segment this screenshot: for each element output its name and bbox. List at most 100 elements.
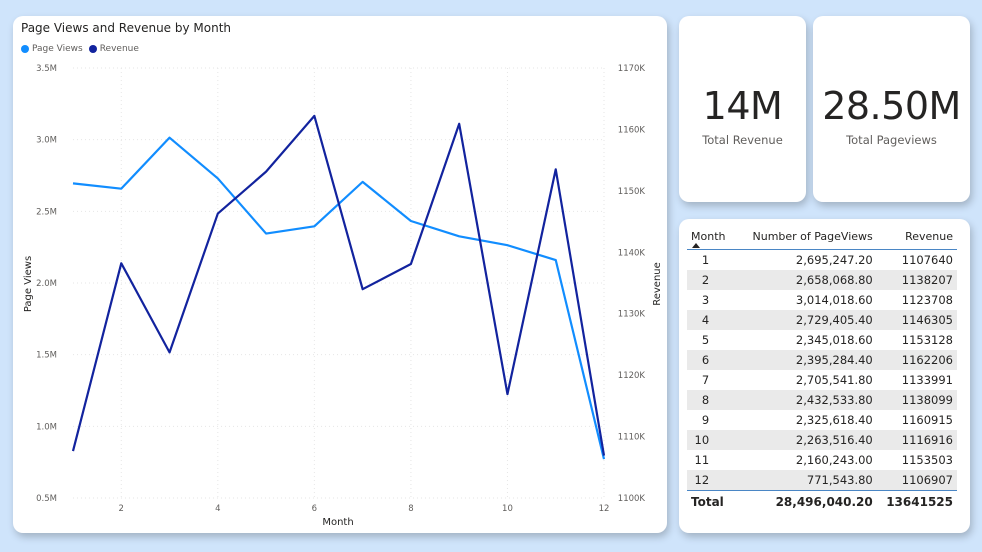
cell-pageviews: 2,395,284.40	[739, 350, 877, 370]
y-tick-label-right: 1120K	[618, 371, 646, 381]
y-tick-label-left: 3.0M	[36, 136, 57, 146]
y-tick-label-right: 1170K	[618, 64, 646, 74]
cell-month: 1	[701, 253, 710, 267]
legend-marker-revenue	[88, 45, 97, 53]
table-row: 2 2,658,068.80 1138207	[687, 270, 957, 290]
cell-month: 2	[687, 270, 740, 290]
y-tick-label-left: 3.5M	[36, 64, 57, 74]
x-axis-title: Month	[322, 517, 353, 528]
y-axis-title-left: Page Views	[23, 256, 34, 312]
table-row: 12 771,543.80 1106907	[687, 470, 957, 491]
total-label: Total	[687, 490, 740, 513]
table-body: 1 2,695,247.20 1107640 2 2,658,068.80 113820…	[687, 250, 957, 491]
cell-revenue: 1106907	[876, 470, 957, 491]
chart-series[interactable]	[71, 114, 606, 461]
total-revenue: 13641525	[876, 490, 957, 513]
kpi-value-total-pageviews: 28.50M	[822, 84, 961, 128]
cell-revenue: 1116916	[876, 430, 957, 450]
cell-revenue: 1146305	[876, 310, 957, 330]
cell-month: 6	[687, 350, 740, 370]
cell-month: 11	[694, 453, 710, 467]
cell-revenue: 1138207	[876, 270, 957, 290]
cell-pageviews: 2,432,533.80	[739, 390, 877, 410]
table-row: 7 2,705,541.80 1133991	[687, 370, 957, 390]
y-tick-label-right: 1160K	[618, 125, 646, 135]
legend-marker-page-views	[21, 45, 29, 53]
column-header-pageviews[interactable]: Number of PageViews	[739, 227, 877, 250]
table-header-row: Month Number of PageViews Revenue	[687, 227, 957, 250]
y-tick-label-left: 1.0M	[36, 422, 57, 432]
x-tick-label: 6	[312, 504, 317, 514]
cell-month: 8	[687, 390, 740, 410]
x-tick-label: 4	[215, 504, 220, 514]
table-row: 1 2,695,247.20 1107640	[687, 250, 957, 271]
table-row: 5 2,345,018.60 1153128	[687, 330, 957, 350]
cell-month: 7	[701, 373, 710, 387]
kpi-value-total-revenue: 14M	[702, 84, 783, 128]
kpi-card-total-pageviews[interactable]: 28.50M Total Pageviews	[813, 16, 970, 202]
series-line-revenue[interactable]	[71, 114, 606, 456]
table-row: 8 2,432,533.80 1138099	[687, 390, 957, 410]
data-table: Month Number of PageViews Revenue 1 2,695…	[687, 227, 957, 513]
y-tick-label-right: 1150K	[618, 187, 646, 197]
y-axis-title-right: Revenue	[652, 262, 663, 306]
table-total-row: Total 28,496,040.20 13641525	[687, 490, 957, 513]
column-header-month[interactable]: Month	[687, 227, 740, 250]
y-tick-label-right: 1140K	[618, 248, 646, 258]
legend-label-page-views: Page Views	[32, 44, 83, 54]
cell-pageviews: 2,729,405.40	[739, 310, 877, 330]
line-chart-card[interactable]: 0.5M 1.0M 1.5M 2.0M 2.5M 3.0M 3.5M 1100K 1110K 11…	[13, 16, 667, 533]
kpi-label-total-revenue: Total Revenue	[702, 133, 783, 147]
table-card[interactable]: Month Number of PageViews Revenue 1 2,695…	[679, 219, 970, 533]
y-tick-label-right: 1100K	[618, 494, 646, 504]
legend-item-page-views[interactable]: Page Views	[21, 44, 83, 54]
table-row: 10 2,263,516.40 1116916	[687, 430, 957, 450]
cell-revenue: 1162206	[876, 350, 957, 370]
column-header-month-label: Month	[691, 230, 726, 243]
y-tick-label-left: 1.5M	[36, 351, 57, 361]
cell-month: 3	[701, 293, 710, 307]
cell-month: 12	[687, 470, 740, 491]
table-row: 11 2,160,243.00 1153503	[687, 450, 957, 470]
cell-revenue: 1160915	[901, 413, 953, 427]
kpi-card-total-revenue[interactable]: 14M Total Revenue	[679, 16, 806, 202]
table-row: 6 2,395,284.40 1162206	[687, 350, 957, 370]
sort-ascending-icon[interactable]	[692, 243, 700, 248]
cell-pageviews: 771,543.80	[739, 470, 877, 491]
cell-month: 5	[701, 333, 710, 347]
cell-pageviews: 2,325,618.40	[795, 413, 873, 427]
cell-revenue: 1153503	[901, 453, 953, 467]
y-tick-label-left: 2.0M	[36, 279, 57, 289]
y-tick-label-right: 1130K	[618, 310, 646, 320]
cell-pageviews: 2,263,516.40	[739, 430, 877, 450]
legend-item-revenue[interactable]: Revenue	[88, 44, 139, 54]
y-tick-label-left: 2.5M	[36, 207, 57, 217]
cell-revenue: 1138099	[876, 390, 957, 410]
series-line-page-views[interactable]	[72, 136, 606, 460]
cell-pageviews: 2,705,541.80	[795, 373, 873, 387]
chart-title: Page Views and Revenue by Month	[21, 21, 232, 35]
cell-pageviews: 2,695,247.20	[795, 253, 873, 267]
cell-revenue: 1153128	[901, 333, 953, 347]
kpi-label-total-pageviews: Total Pageviews	[846, 133, 937, 147]
table-row: 4 2,729,405.40 1146305	[687, 310, 957, 330]
y-tick-label-left: 0.5M	[36, 494, 57, 504]
column-header-revenue[interactable]: Revenue	[876, 227, 957, 250]
table-row: 9 2,325,618.40 1160915	[687, 410, 957, 430]
line-chart[interactable]: 0.5M 1.0M 1.5M 2.0M 2.5M 3.0M 3.5M 1100K 1110K 11…	[13, 16, 667, 533]
cell-month: 10	[687, 430, 740, 450]
cell-pageviews: 2,160,243.00	[795, 453, 873, 467]
total-pageviews: 28,496,040.20	[739, 490, 877, 513]
cell-month: 4	[687, 310, 740, 330]
x-tick-label: 12	[599, 504, 610, 514]
legend-label-revenue: Revenue	[99, 44, 139, 54]
cell-revenue: 1133991	[901, 373, 953, 387]
chart-gridlines	[73, 67, 605, 499]
cell-pageviews: 3,014,018.60	[795, 293, 873, 307]
cell-pageviews: 2,658,068.80	[739, 270, 877, 290]
x-tick-label: 10	[502, 504, 513, 514]
chart-legend[interactable]: Page Views Revenue	[21, 44, 139, 54]
table-row: 3 3,014,018.60 1123708	[687, 290, 957, 310]
cell-pageviews: 2,345,018.60	[795, 333, 873, 347]
y-tick-label-right: 1110K	[618, 433, 646, 443]
